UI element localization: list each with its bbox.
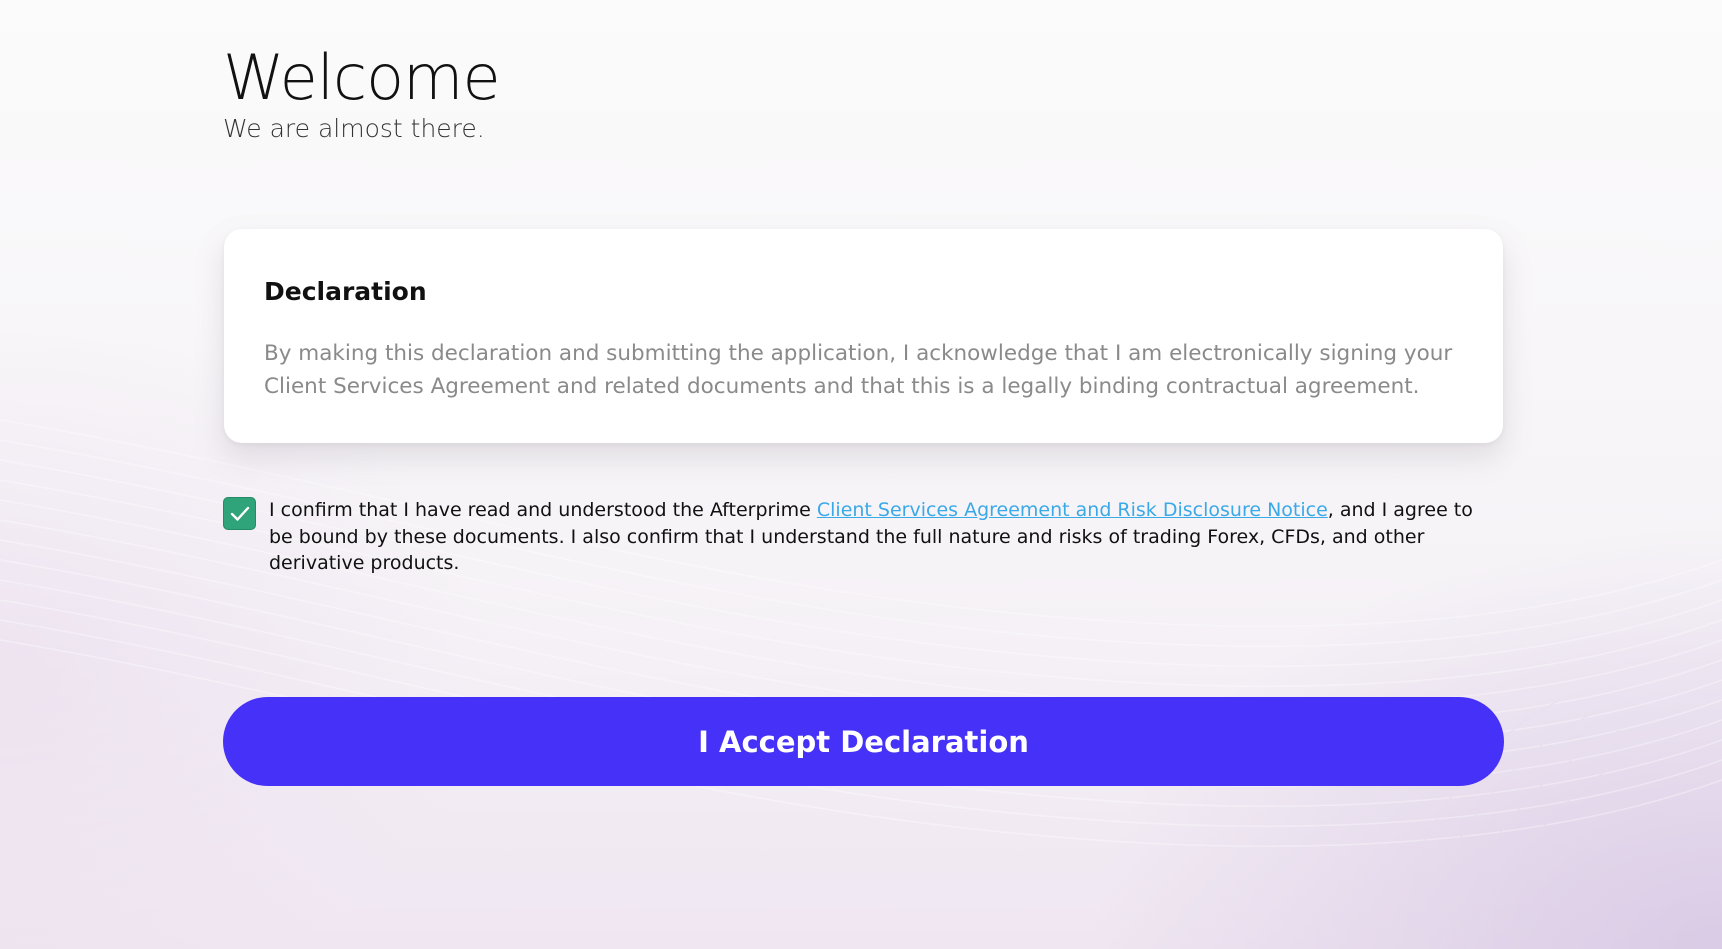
accept-declaration-button[interactable]: I Accept Declaration [223, 697, 1504, 786]
declaration-text: By making this declaration and submittin… [264, 341, 1453, 399]
check-icon [230, 506, 250, 521]
declaration-card: Declaration By making this declaration a… [224, 229, 1503, 443]
confirmation-text-before: I confirm that I have read and understoo… [269, 499, 817, 521]
page-title: Welcome [223, 41, 501, 114]
confirm-checkbox[interactable] [223, 497, 256, 530]
client-services-agreement-link[interactable]: Client Services Agreement and Risk Discl… [817, 499, 1328, 521]
page-subtitle: We are almost there. [223, 114, 485, 143]
confirmation-text: I confirm that I have read and understoo… [269, 497, 1499, 577]
declaration-title: Declaration [264, 277, 427, 306]
